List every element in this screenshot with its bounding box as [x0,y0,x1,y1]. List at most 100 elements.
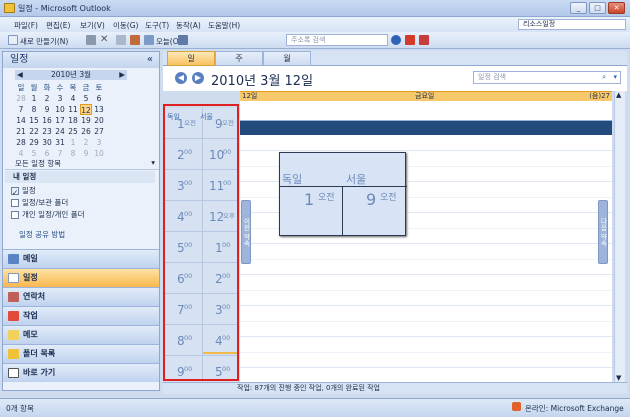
calendar-day[interactable]: 10 [54,104,66,115]
checkbox-icon[interactable] [11,199,19,207]
window-title: 일정 - Microsoft Outlook [18,4,111,13]
new-button[interactable]: 새로 만들기(N) [20,36,68,47]
calendar-day[interactable]: 28 [15,137,27,148]
nav-button-folder-list[interactable]: 폴더 목록 [3,344,159,363]
popup-hour1: 1 [304,190,315,209]
calendar-day[interactable]: 19 [80,115,92,126]
move-icon[interactable] [116,35,126,45]
calendar-day[interactable]: 23 [41,126,53,137]
nav-button-tasks[interactable]: 작업 [3,306,159,325]
maximize-button[interactable]: □ [589,2,606,14]
calendar-day[interactable]: 28 [15,93,27,104]
calendar-day[interactable]: 11 [67,104,79,115]
calendar-day[interactable]: 2 [80,137,92,148]
prev-appointment-tab[interactable]: 이전 약속 [241,200,251,264]
calendar-day[interactable]: 31 [54,137,66,148]
grid-line [240,336,612,337]
minimize-button[interactable]: _ [570,2,587,14]
connection-status: 온라인: Microsoft Exchange [525,404,624,413]
next-appointment-tab[interactable]: 다음 약속 [598,200,608,264]
menu-file[interactable]: 파일(F) [14,20,38,31]
calendar-day[interactable]: 26 [80,126,92,137]
nav-button-notes[interactable]: 메모 [3,325,159,344]
calendar-day[interactable]: 16 [41,115,53,126]
menu-help[interactable]: 도움말(H) [208,20,240,31]
weekday-label: 화 [43,83,51,92]
calendar-day[interactable]: 6 [93,93,105,104]
calendar-day[interactable]: 1 [28,93,40,104]
calendar-day[interactable]: 12 [80,104,92,115]
calendar-day[interactable]: 5 [80,93,92,104]
dropdown-icon[interactable]: ▾ [613,72,617,83]
my-calendars-header[interactable]: 내 일정 [5,171,155,183]
calendar-day[interactable]: 18 [67,115,79,126]
help-icon[interactable] [391,35,401,45]
grid-line [240,243,612,244]
menu-go[interactable]: 이동(G) [113,20,138,31]
calendar-day[interactable]: 17 [54,115,66,126]
menu-actions[interactable]: 동작(A) [176,20,201,31]
calendar-day[interactable]: 7 [15,104,27,115]
tab-day[interactable]: 일 [167,51,215,66]
meeting-icon[interactable] [405,35,415,45]
scroll-down-icon: ▼ [616,374,622,382]
search-icon[interactable]: ⌕ [602,72,606,83]
calendar-day[interactable]: 15 [28,115,40,126]
navigation-pane: 일정 « ◀ 2010년 3월 ▶ 일 월 화 수 목 금 토 28 1 2 3 4 5 6 7 8 9 10 11… [2,51,160,391]
calendar-day[interactable]: 14 [15,115,27,126]
back-arrow-icon[interactable]: ◀ [175,72,187,84]
next-month-icon[interactable]: ▶ [119,70,125,80]
nav-button-mail[interactable]: 메일 [3,249,159,268]
calendar-day[interactable]: 21 [15,126,27,137]
nav-button-calendar[interactable]: 일정 [3,268,159,287]
today-icon [144,35,154,45]
checkbox-icon[interactable] [11,211,19,219]
view-icon[interactable] [130,35,140,45]
collapse-icon[interactable]: « [147,52,153,68]
vertical-scrollbar[interactable]: ▲ ▼ [614,91,625,382]
calendar-day[interactable]: 3 [54,93,66,104]
address-search-input[interactable]: 주소록 검색 [286,34,388,46]
prev-month-icon[interactable]: ◀ [17,70,23,80]
rss-icon[interactable] [419,35,429,45]
menu-tools[interactable]: 도구(T) [145,20,169,31]
tab-week[interactable]: 주 [215,51,263,66]
calendar-day[interactable]: 13 [93,104,105,115]
item-count: 0개 항목 [6,404,34,413]
calendar-day[interactable]: 24 [54,126,66,137]
calendar-day[interactable]: 2 [41,93,53,104]
all-items-dropdown[interactable]: 모든 일정 항목 ▾ [5,158,159,170]
menu-edit[interactable]: 편집(E) [46,20,70,31]
calendar-day[interactable]: 30 [41,137,53,148]
calendar-day[interactable]: 3 [93,137,105,148]
account-selector[interactable]: 리소스일정 [518,19,626,30]
nav-button-contacts[interactable]: 연락처 [3,287,159,306]
calendar-day[interactable]: 8 [28,104,40,115]
close-button[interactable]: ✕ [608,2,625,14]
calendar-day[interactable]: 4 [67,93,79,104]
calendar-item[interactable]: 개인 일정/개인 폴더 [11,209,85,220]
new-icon [8,35,18,45]
calendar-day[interactable]: 20 [93,115,105,126]
all-day-area[interactable] [240,101,612,121]
calendar-day[interactable]: 27 [93,126,105,137]
share-calendar-link[interactable]: 일정 공유 방법 [19,229,65,240]
calendar-day[interactable]: 9 [41,104,53,115]
tab-month[interactable]: 월 [263,51,311,66]
nav-button-shortcuts[interactable]: 바로 가기 [3,363,159,382]
checkbox-icon[interactable]: ✓ [11,187,19,197]
print-icon[interactable] [86,35,96,45]
calendar-day[interactable]: 29 [28,137,40,148]
address-book-icon[interactable] [178,35,188,45]
calendar-item[interactable]: ✓ 일정 [11,185,36,197]
grid-line [240,367,612,368]
menu-view[interactable]: 보기(V) [80,20,105,31]
selected-slot[interactable] [240,121,612,135]
calendar-day[interactable]: 1 [67,137,79,148]
calendar-day[interactable]: 22 [28,126,40,137]
delete-icon[interactable]: ✕ [100,34,108,45]
calendar-item[interactable]: 일정/보관 폴더 [11,197,68,208]
forward-arrow-icon[interactable]: ▶ [192,72,204,84]
calendar-day[interactable]: 25 [67,126,79,137]
calendar-search-input[interactable]: 일정 검색 ⌕ ▾ [473,71,621,84]
